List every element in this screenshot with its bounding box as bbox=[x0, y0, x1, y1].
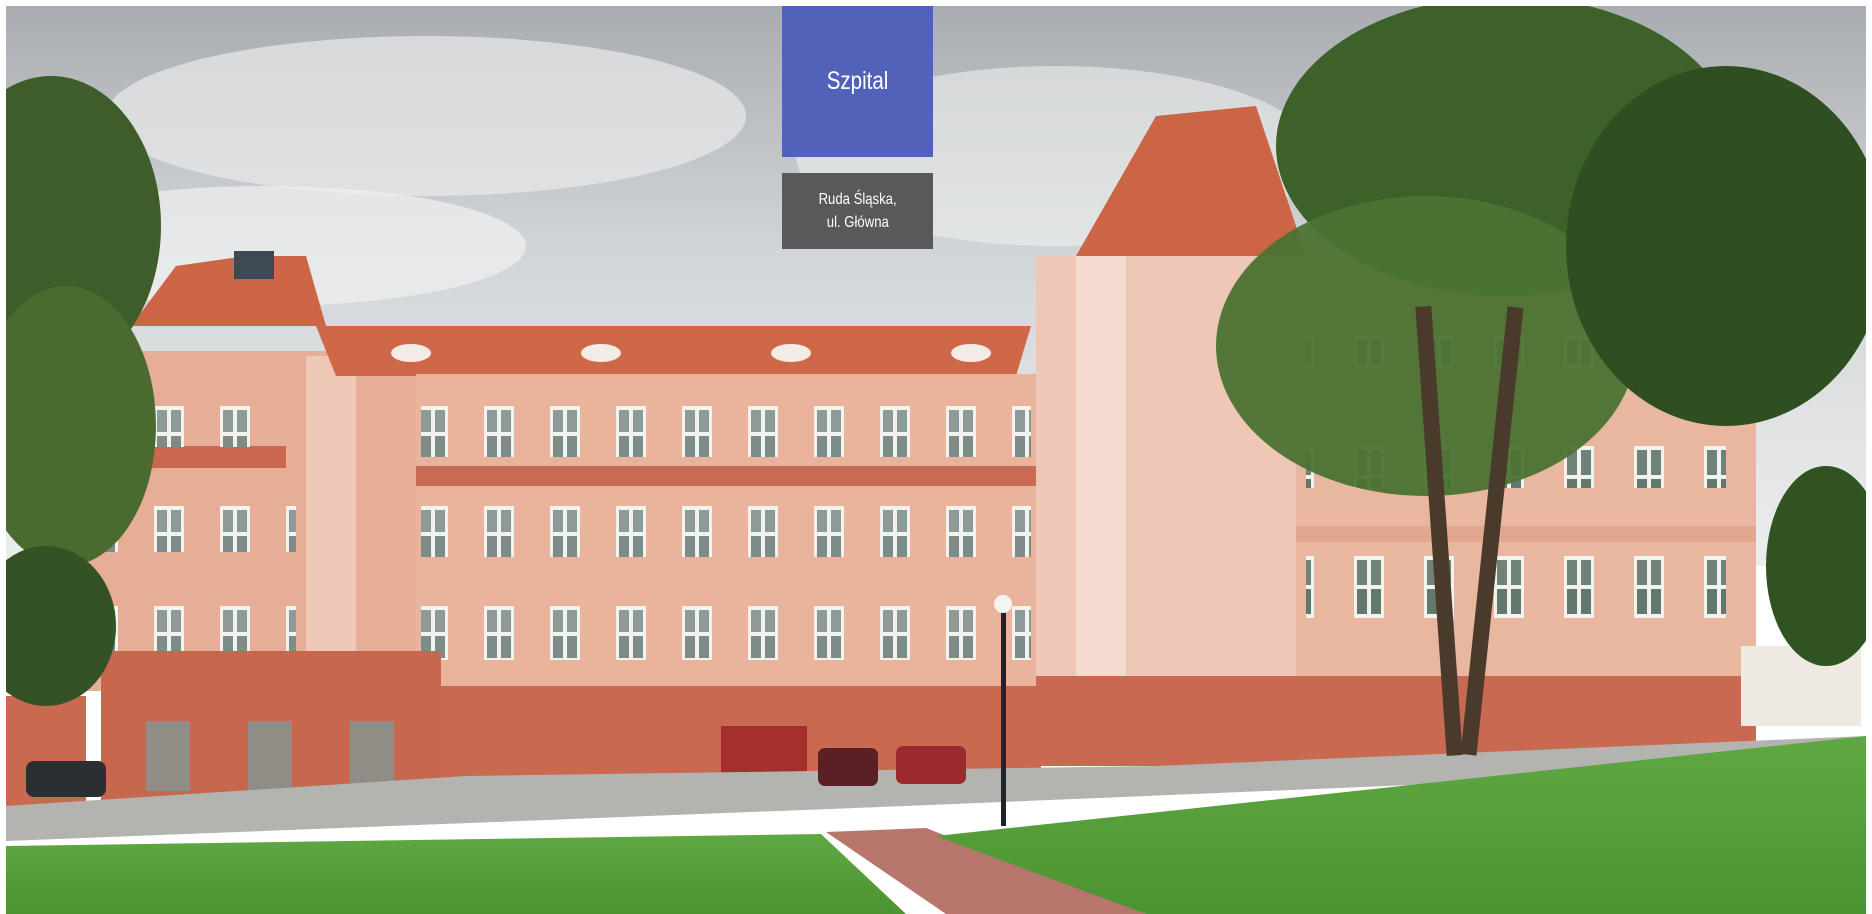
title-text: Szpital bbox=[826, 67, 889, 95]
photo-frame bbox=[6, 6, 1866, 914]
address-badge: Ruda Śląska, ul. Główna bbox=[782, 173, 933, 249]
hospital-photo bbox=[6, 6, 1866, 914]
central-block bbox=[316, 326, 1036, 694]
title-badge: Szpital bbox=[782, 6, 933, 157]
address-line-city: Ruda Śląska, bbox=[818, 191, 897, 208]
lawn-left bbox=[6, 834, 906, 914]
address-line-street: ul. Główna bbox=[826, 214, 889, 231]
